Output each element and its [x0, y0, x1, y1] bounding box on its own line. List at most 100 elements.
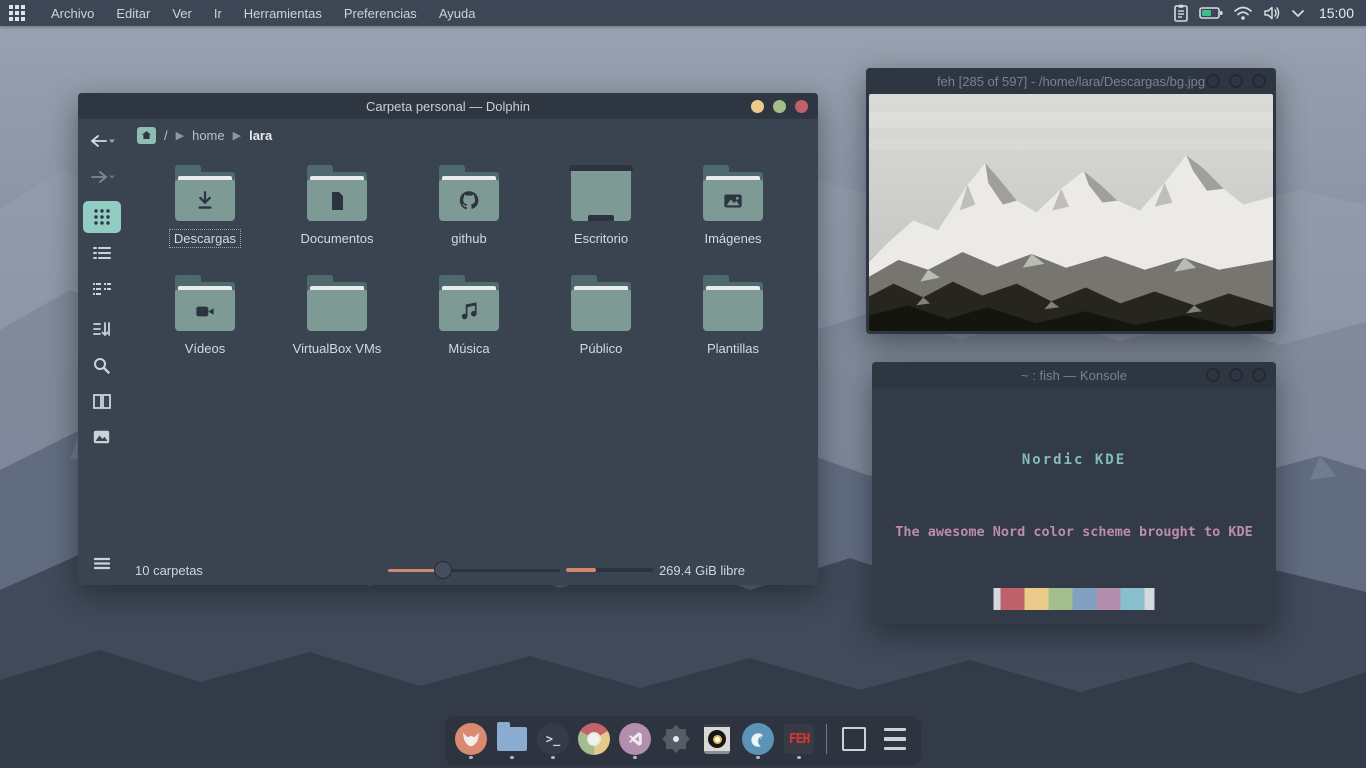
folder-download-icon — [173, 165, 237, 221]
dock: >_ — [445, 716, 921, 766]
back-button[interactable] — [83, 125, 121, 157]
desktop: Archivo Editar Ver Ir Herramientas Prefe… — [0, 0, 1366, 768]
feh-icon[interactable]: FEH — [783, 721, 815, 757]
vscode-icon[interactable] — [619, 721, 651, 757]
clipboard-icon[interactable] — [1173, 4, 1189, 22]
split-view-button[interactable] — [83, 385, 121, 417]
menu-items: Archivo Editar Ver Ir Herramientas Prefe… — [42, 2, 484, 25]
menu-preferencias[interactable]: Preferencias — [335, 2, 426, 25]
sort-button[interactable] — [83, 313, 121, 345]
folder-music-icon — [437, 275, 501, 331]
breadcrumb-root[interactable]: / — [164, 128, 168, 143]
konsole-window: ~ : fish — Konsole Nordic KDE The awesom… — [872, 362, 1276, 624]
folder-plantillas[interactable]: Plantillas — [667, 269, 799, 358]
settings-gear-icon[interactable] — [660, 721, 692, 757]
home-icon[interactable] — [137, 127, 156, 144]
file-manager-icon[interactable] — [496, 721, 528, 757]
dolphin-statusbar: 10 carpetas 269.4 GiB libre — [125, 555, 818, 585]
chromium-icon[interactable] — [578, 721, 610, 757]
minimize-button[interactable] — [1206, 74, 1220, 88]
forward-button[interactable] — [83, 161, 121, 193]
menu-archivo[interactable]: Archivo — [42, 2, 103, 25]
close-button[interactable] — [1252, 368, 1266, 382]
folder-documentos[interactable]: Documentos — [271, 159, 403, 248]
maximize-button[interactable] — [1229, 368, 1243, 382]
dolphin-titlebar[interactable]: Carpeta personal — Dolphin — [78, 93, 818, 119]
palette-swatch-cyan — [1121, 588, 1145, 610]
palette-swatch-red — [1001, 588, 1025, 610]
menu-ver[interactable]: Ver — [163, 2, 201, 25]
folder-label: Escritorio — [569, 229, 633, 248]
chevron-down-icon[interactable] — [1291, 9, 1305, 18]
dock-menu-icon[interactable] — [879, 721, 911, 757]
folder-videos[interactable]: Vídeos — [139, 269, 271, 358]
folder-video-icon — [173, 275, 237, 331]
palette-swatch-blue — [1073, 588, 1097, 610]
folder-label: Documentos — [296, 229, 379, 248]
close-button[interactable] — [1252, 74, 1266, 88]
folder-label: Plantillas — [702, 339, 764, 358]
folder-github-icon — [437, 165, 501, 221]
folder-escritorio[interactable]: Escritorio — [535, 159, 667, 248]
feh-titlebar[interactable]: feh [285 of 597] - /home/lara/Descargas/… — [866, 68, 1276, 94]
maximize-button[interactable] — [1229, 74, 1243, 88]
clock[interactable]: 15:00 — [1319, 5, 1354, 21]
system-tray: 15:00 — [1173, 4, 1366, 22]
feh-window: feh [285 of 597] - /home/lara/Descargas/… — [866, 68, 1276, 334]
folder-publico[interactable]: Público — [535, 269, 667, 358]
terminal-content[interactable]: Nordic KDE The awesome Nord color scheme… — [872, 388, 1276, 624]
menu-editar[interactable]: Editar — [107, 2, 159, 25]
firefox-icon[interactable] — [455, 721, 487, 757]
breadcrumb-user[interactable]: lara — [249, 128, 272, 143]
minimize-button[interactable] — [751, 100, 764, 113]
close-button[interactable] — [795, 100, 808, 113]
menu-ayuda[interactable]: Ayuda — [430, 2, 485, 25]
folder-github[interactable]: github — [403, 159, 535, 248]
palette-swatch-purple — [1097, 588, 1121, 610]
folder-document-icon — [305, 165, 369, 221]
preview-button[interactable] — [83, 421, 121, 453]
folder-label: Música — [443, 339, 494, 358]
folder-count: 10 carpetas — [135, 563, 203, 578]
terminal-heading: Nordic KDE — [872, 452, 1276, 468]
folder-grid: Descargas Documentos — [125, 151, 818, 555]
maximize-button[interactable] — [773, 100, 786, 113]
nord-color-palette — [994, 588, 1155, 610]
launcher-grid-icon — [9, 5, 25, 21]
folder-label: github — [446, 229, 491, 248]
icons-view-button[interactable] — [83, 201, 121, 233]
hamburger-menu-icon[interactable] — [83, 547, 121, 579]
konsole-titlebar[interactable]: ~ : fish — Konsole — [872, 362, 1276, 388]
details-view-button[interactable] — [83, 237, 121, 269]
breadcrumb-home[interactable]: home — [192, 128, 225, 143]
dock-separator — [826, 724, 827, 754]
folder-virtualbox-vms[interactable]: VirtualBox VMs — [271, 269, 403, 358]
palette-swatch-yellow — [1025, 588, 1049, 610]
search-button[interactable] — [83, 349, 121, 381]
folder-plain-icon — [569, 275, 633, 331]
folder-plain-icon — [701, 275, 765, 331]
minimize-button[interactable] — [1206, 368, 1220, 382]
folder-imagenes[interactable]: Imágenes — [667, 159, 799, 248]
menu-ir[interactable]: Ir — [205, 2, 231, 25]
app-launcher-button[interactable] — [0, 0, 34, 26]
show-desktop-icon[interactable] — [838, 721, 870, 757]
terminal-icon[interactable]: >_ — [537, 721, 569, 757]
folder-plain-icon — [305, 275, 369, 331]
zoom-slider[interactable] — [388, 561, 560, 579]
dolphin-title: Carpeta personal — Dolphin — [78, 99, 818, 114]
night-app-icon[interactable] — [742, 721, 774, 757]
folder-label: Imágenes — [699, 229, 766, 248]
feh-image-mountains — [869, 94, 1273, 331]
folder-musica[interactable]: Música — [403, 269, 535, 358]
dolphin-toolbar-column — [78, 119, 125, 585]
media-player-icon[interactable] — [701, 721, 733, 757]
folder-descargas[interactable]: Descargas — [139, 159, 271, 248]
volume-icon[interactable] — [1263, 5, 1281, 21]
battery-icon[interactable] — [1199, 6, 1223, 20]
menu-herramientas[interactable]: Herramientas — [235, 2, 331, 25]
wifi-icon[interactable] — [1233, 6, 1253, 21]
zoom-slider-knob[interactable] — [434, 561, 452, 579]
compact-view-button[interactable] — [83, 273, 121, 305]
dolphin-window: Carpeta personal — Dolphin — [78, 93, 818, 585]
